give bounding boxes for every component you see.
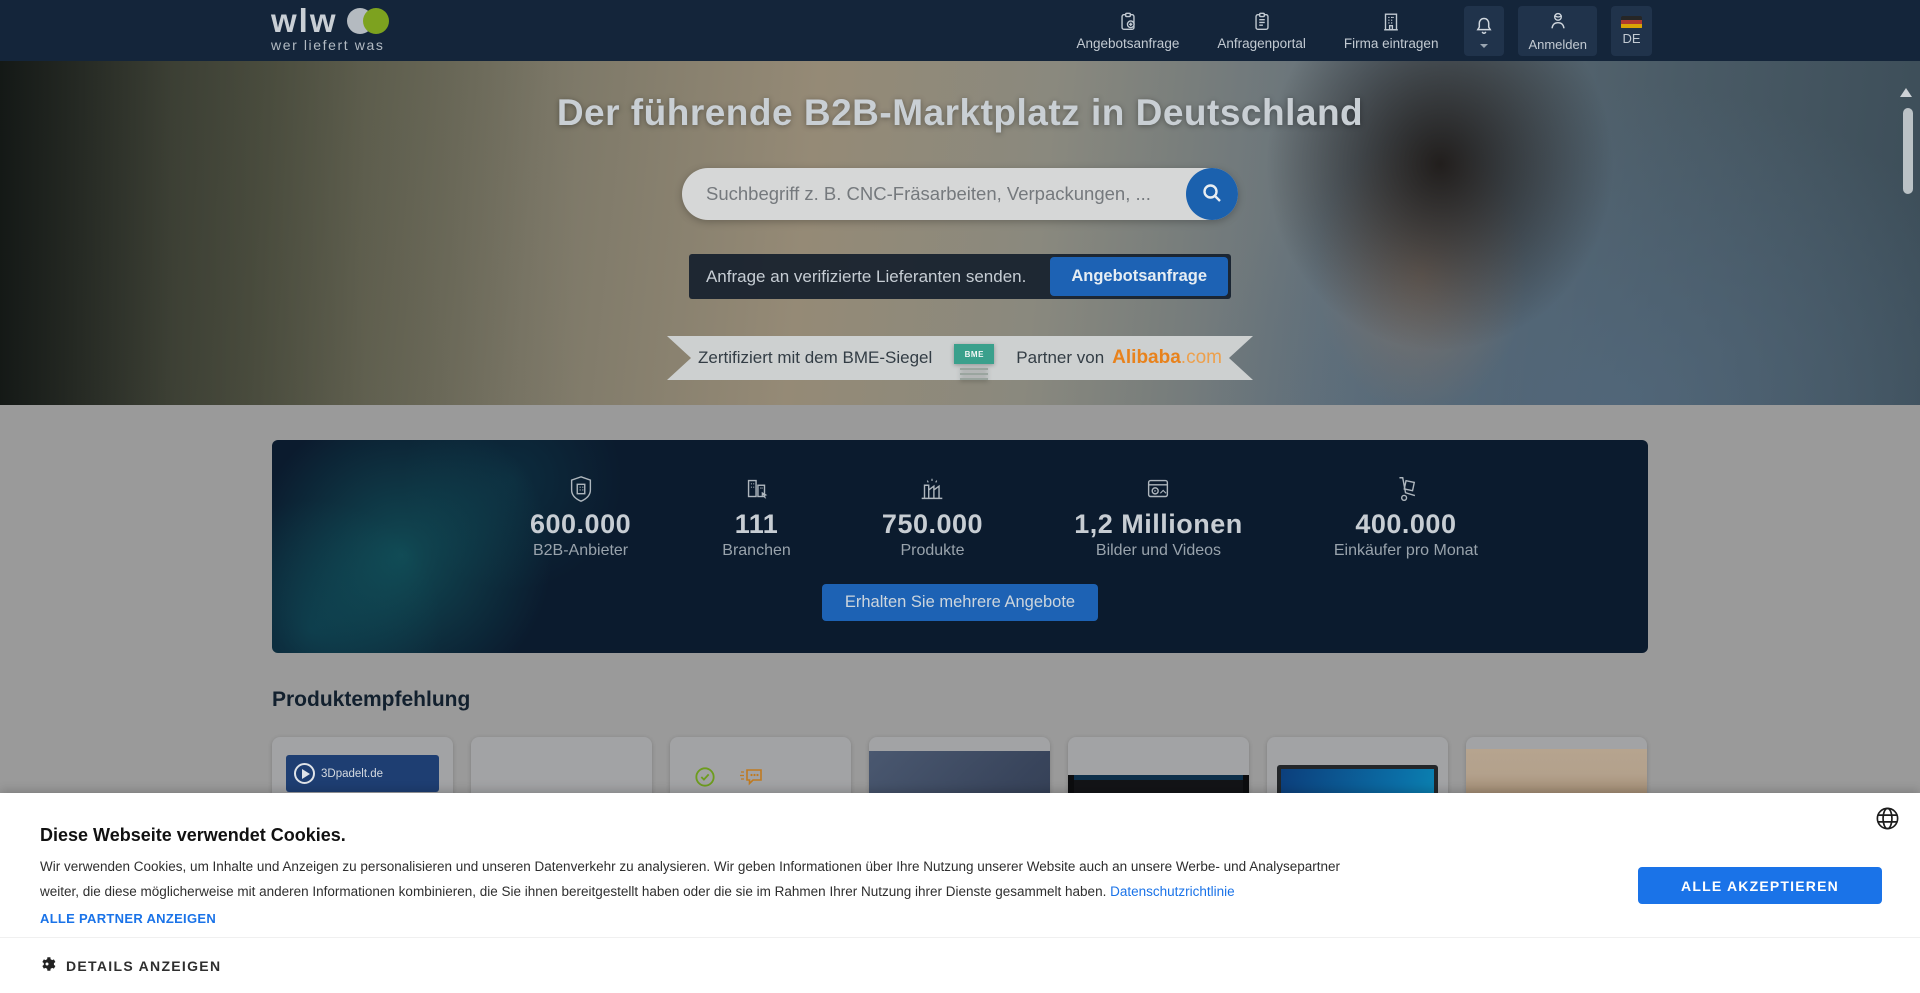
bme-seal-icon: BME — [954, 344, 994, 384]
nav-item-angebotsanfrage[interactable]: Angebotsanfrage — [1065, 0, 1192, 61]
german-flag-icon — [1621, 16, 1642, 29]
search-input[interactable] — [682, 168, 1238, 220]
login-label: Anmelden — [1528, 37, 1587, 52]
alibaba-suffix: .com — [1181, 347, 1222, 368]
shield-building-icon — [566, 474, 596, 508]
certification-ribbon: Zertifiziert mit dem BME-Siegel BME Part… — [667, 336, 1253, 380]
details-label: DETAILS ANZEIGEN — [66, 958, 221, 974]
logo-text: wlw — [271, 6, 338, 36]
stat-label: Einkäufer pro Monat — [1334, 542, 1478, 560]
stat-value: 600.000 — [530, 508, 631, 540]
nav-item-label: Firma eintragen — [1344, 36, 1439, 51]
show-details-button[interactable]: DETAILS ANZEIGEN — [38, 955, 221, 976]
privacy-policy-link[interactable]: Datenschutzrichtlinie — [1110, 884, 1235, 899]
chevron-down-icon — [1480, 44, 1488, 48]
accept-all-button[interactable]: ALLE AKZEPTIEREN — [1638, 867, 1882, 904]
products-heading: Produktempfehlung — [272, 688, 470, 712]
show-all-partners-link[interactable]: ALLE PARTNER ANZEIGEN — [40, 911, 216, 926]
stat-label: Bilder und Videos — [1096, 542, 1221, 560]
stat-label: B2B-Anbieter — [533, 542, 628, 560]
bell-icon — [1472, 14, 1496, 41]
nav-item-label: Angebotsanfrage — [1077, 36, 1180, 51]
partner-text: Partner von — [1016, 348, 1104, 368]
cookie-title: Diese Webseite verwendet Cookies. — [40, 825, 346, 846]
alibaba-link[interactable]: Alibaba.com — [1112, 347, 1222, 369]
stat-b2b-anbieter: 600.000 B2B-Anbieter — [530, 474, 631, 560]
globe-icon[interactable] — [1870, 801, 1904, 835]
page: wlw wer liefert was Angebotsanfrage — [0, 0, 1920, 993]
language-switcher[interactable]: DE — [1611, 6, 1652, 56]
stat-bilder-videos: 1,2 Millionen Bilder und Videos — [1074, 474, 1243, 560]
logo-tagline: wer liefert was — [271, 37, 389, 53]
hand-truck-icon — [1391, 474, 1421, 508]
gear-icon — [38, 955, 56, 976]
buildings-cursor-icon — [742, 474, 772, 508]
cookie-consent-banner: Diese Webseite verwendet Cookies. Wir ve… — [0, 793, 1920, 993]
stat-value: 400.000 — [1355, 508, 1456, 540]
search-bar — [682, 168, 1238, 220]
notifications-button[interactable] — [1464, 6, 1504, 56]
stat-branchen: 111 Branchen — [722, 474, 791, 560]
hero-section: Der führende B2B-Marktplatz in Deutschla… — [0, 61, 1920, 405]
login-button[interactable]: Anmelden — [1518, 6, 1597, 56]
person-icon — [1547, 10, 1569, 35]
stat-produkte: 750.000 Produkte — [882, 474, 983, 560]
alibaba-brand: Alibaba — [1112, 347, 1181, 368]
request-text: Anfrage an verifizierte Lieferanten send… — [706, 267, 1026, 287]
cookie-body: Wir verwenden Cookies, um Inhalte und An… — [40, 855, 1340, 905]
wlw-logo[interactable]: wlw wer liefert was — [271, 6, 389, 53]
nav-item-anfragenportal[interactable]: Anfragenportal — [1205, 0, 1318, 61]
top-nav: wlw wer liefert was Angebotsanfrage — [0, 0, 1920, 61]
stat-value: 1,2 Millionen — [1074, 508, 1243, 540]
stat-value: 750.000 — [882, 508, 983, 540]
nav-item-label: Anfragenportal — [1217, 36, 1306, 51]
logo-toggle-icon — [347, 8, 389, 34]
search-icon — [1200, 181, 1224, 208]
stats-panel: 600.000 B2B-Anbieter 111 Branchen — [272, 440, 1648, 653]
clipboard-plus-icon — [1117, 11, 1139, 33]
nav-actions: Angebotsanfrage Anfragenportal — [1065, 0, 1653, 61]
media-window-icon — [1143, 474, 1173, 508]
clipboard-icon — [1251, 11, 1273, 33]
stat-einkaeufer: 400.000 Einkäufer pro Monat — [1334, 474, 1478, 560]
supplier-banner: 3Dpadelt.de — [286, 755, 439, 792]
scrollbar-up-arrow[interactable] — [1900, 88, 1912, 97]
nav-item-firma-eintragen[interactable]: Firma eintragen — [1332, 0, 1451, 61]
verified-seal-icon — [692, 764, 718, 795]
bme-certified-text: Zertifiziert mit dem BME-Siegel — [698, 348, 932, 368]
supplier-name: 3Dpadelt.de — [321, 768, 383, 780]
get-offers-button[interactable]: Erhalten Sie mehrere Angebote — [822, 584, 1098, 621]
supplier-logo-icon — [294, 763, 315, 784]
stat-value: 111 — [735, 508, 779, 540]
building-icon — [1380, 11, 1402, 33]
language-code: DE — [1622, 31, 1640, 46]
stat-label: Produkte — [900, 542, 964, 560]
search-button[interactable] — [1186, 168, 1238, 220]
hero-title: Der führende B2B-Marktplatz in Deutschla… — [557, 92, 1363, 134]
request-bar: Anfrage an verifizierte Lieferanten send… — [689, 254, 1231, 299]
bme-seal-label: BME — [954, 344, 994, 364]
cookie-footer: DETAILS ANZEIGEN — [0, 937, 1920, 993]
factory-icon — [917, 474, 947, 508]
stat-label: Branchen — [722, 542, 791, 560]
scrollbar-thumb[interactable] — [1903, 108, 1913, 194]
angebotsanfrage-button[interactable]: Angebotsanfrage — [1050, 257, 1228, 296]
chat-bubble-icon — [738, 764, 766, 795]
